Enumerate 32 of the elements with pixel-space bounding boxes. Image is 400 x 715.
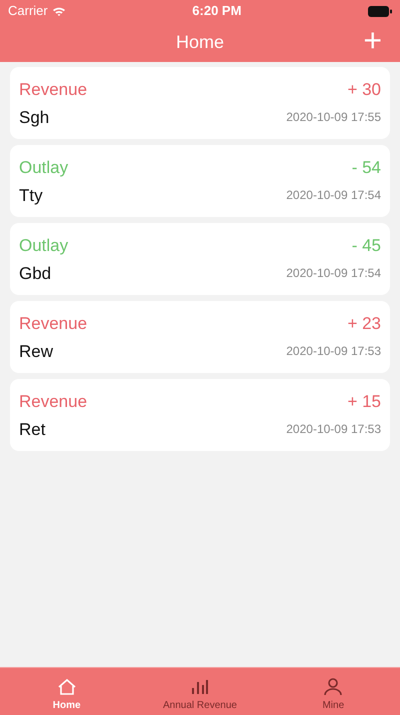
amount-text: - 45 — [352, 235, 381, 257]
record-name: Rew — [19, 340, 54, 362]
record-time: 2020-10-09 17:53 — [286, 343, 381, 360]
category-label: Revenue — [19, 391, 88, 413]
amount-text: + 15 — [347, 391, 381, 413]
record-time: 2020-10-09 17:54 — [286, 265, 381, 282]
wifi-icon — [52, 6, 66, 16]
record-card[interactable]: Revenue + 30 Sgh 2020-10-09 17:55 — [10, 67, 390, 139]
category-label: Revenue — [19, 313, 88, 335]
category-label: Revenue — [19, 79, 88, 101]
home-icon — [56, 676, 78, 698]
record-time: 2020-10-09 17:53 — [286, 421, 381, 438]
battery-icon — [368, 6, 392, 16]
record-name: Ret — [19, 418, 46, 440]
record-name: Tty — [19, 184, 43, 206]
category-label: Outlay — [19, 157, 68, 179]
amount-text: + 23 — [347, 313, 381, 335]
record-name: Gbd — [19, 262, 52, 284]
category-label: Outlay — [19, 235, 68, 257]
record-name: Sgh — [19, 106, 50, 128]
record-card[interactable]: Outlay - 45 Gbd 2020-10-09 17:54 — [10, 223, 390, 295]
clock-time: 6:20 PM — [192, 2, 242, 20]
carrier-label: Carrier — [8, 2, 48, 20]
person-icon — [322, 676, 344, 698]
amount-text: - 54 — [352, 157, 381, 179]
record-card[interactable]: Revenue + 15 Ret 2020-10-09 17:53 — [10, 379, 390, 451]
amount-text: + 30 — [347, 79, 381, 101]
record-time: 2020-10-09 17:54 — [286, 187, 381, 204]
record-card[interactable]: Outlay - 54 Tty 2020-10-09 17:54 — [10, 145, 390, 217]
record-time: 2020-10-09 17:55 — [286, 109, 381, 126]
record-card[interactable]: Revenue + 23 Rew 2020-10-09 17:53 — [10, 301, 390, 373]
nav-title: Home — [176, 30, 224, 54]
